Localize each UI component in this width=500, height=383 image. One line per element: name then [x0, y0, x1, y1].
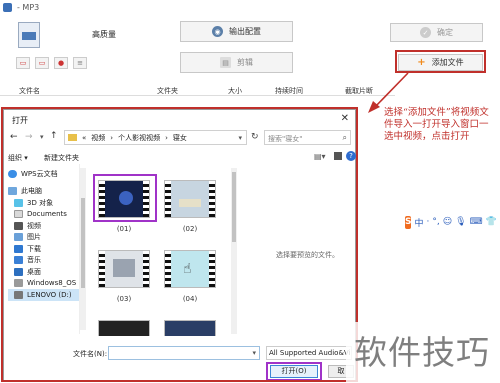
- chinese-mode-icon[interactable]: 中: [414, 216, 423, 229]
- col-folder[interactable]: 文件夹: [157, 86, 178, 96]
- ok-icon: ✓: [420, 27, 431, 38]
- ime-toolbar[interactable]: S 中 · °, ☺ 🎙 ⌨ 👕 ⊞: [405, 213, 500, 231]
- sogou-icon[interactable]: S: [405, 215, 412, 229]
- keyboard-icon[interactable]: ⌨: [470, 217, 483, 227]
- clip-icon: ▤: [220, 57, 231, 68]
- clip-button[interactable]: ▤ 剪辑: [180, 52, 293, 73]
- file-table-header: [0, 82, 395, 96]
- ok-button[interactable]: ✓ 确定: [390, 23, 483, 42]
- mp3-file-icon: [18, 22, 40, 48]
- half-width-icon[interactable]: ·: [427, 217, 430, 227]
- output-config-icon: ◉: [212, 26, 223, 37]
- col-size[interactable]: 大小: [228, 86, 242, 96]
- dialog-highlight: [1, 107, 358, 382]
- emoji-icon[interactable]: ☺: [443, 217, 452, 227]
- skin-icon[interactable]: 👕: [486, 217, 497, 227]
- app-icon: [3, 3, 12, 12]
- remove-icon[interactable]: ▭: [16, 57, 30, 69]
- col-duration[interactable]: 持续时间: [275, 86, 303, 96]
- microphone-icon[interactable]: 🎙: [455, 217, 466, 227]
- annotation-text: 选择“添加文件”将视频文件导入一打开导入窗口一选中视频，点击打开: [384, 107, 489, 142]
- list-icon[interactable]: ≡: [73, 57, 87, 69]
- clear-icon[interactable]: ▭: [35, 57, 49, 69]
- col-filename[interactable]: 文件名: [19, 86, 40, 96]
- stop-icon[interactable]: ●: [54, 57, 68, 69]
- punctuation-icon[interactable]: °,: [432, 217, 439, 227]
- quality-label[interactable]: 高质量: [92, 29, 116, 40]
- watermark-text: 软件技巧: [354, 333, 490, 372]
- output-config-button[interactable]: ◉ 输出配置: [180, 21, 293, 42]
- file-toolbar: ▭ ▭ ● ≡: [16, 55, 106, 71]
- window-title: - MP3: [17, 3, 40, 12]
